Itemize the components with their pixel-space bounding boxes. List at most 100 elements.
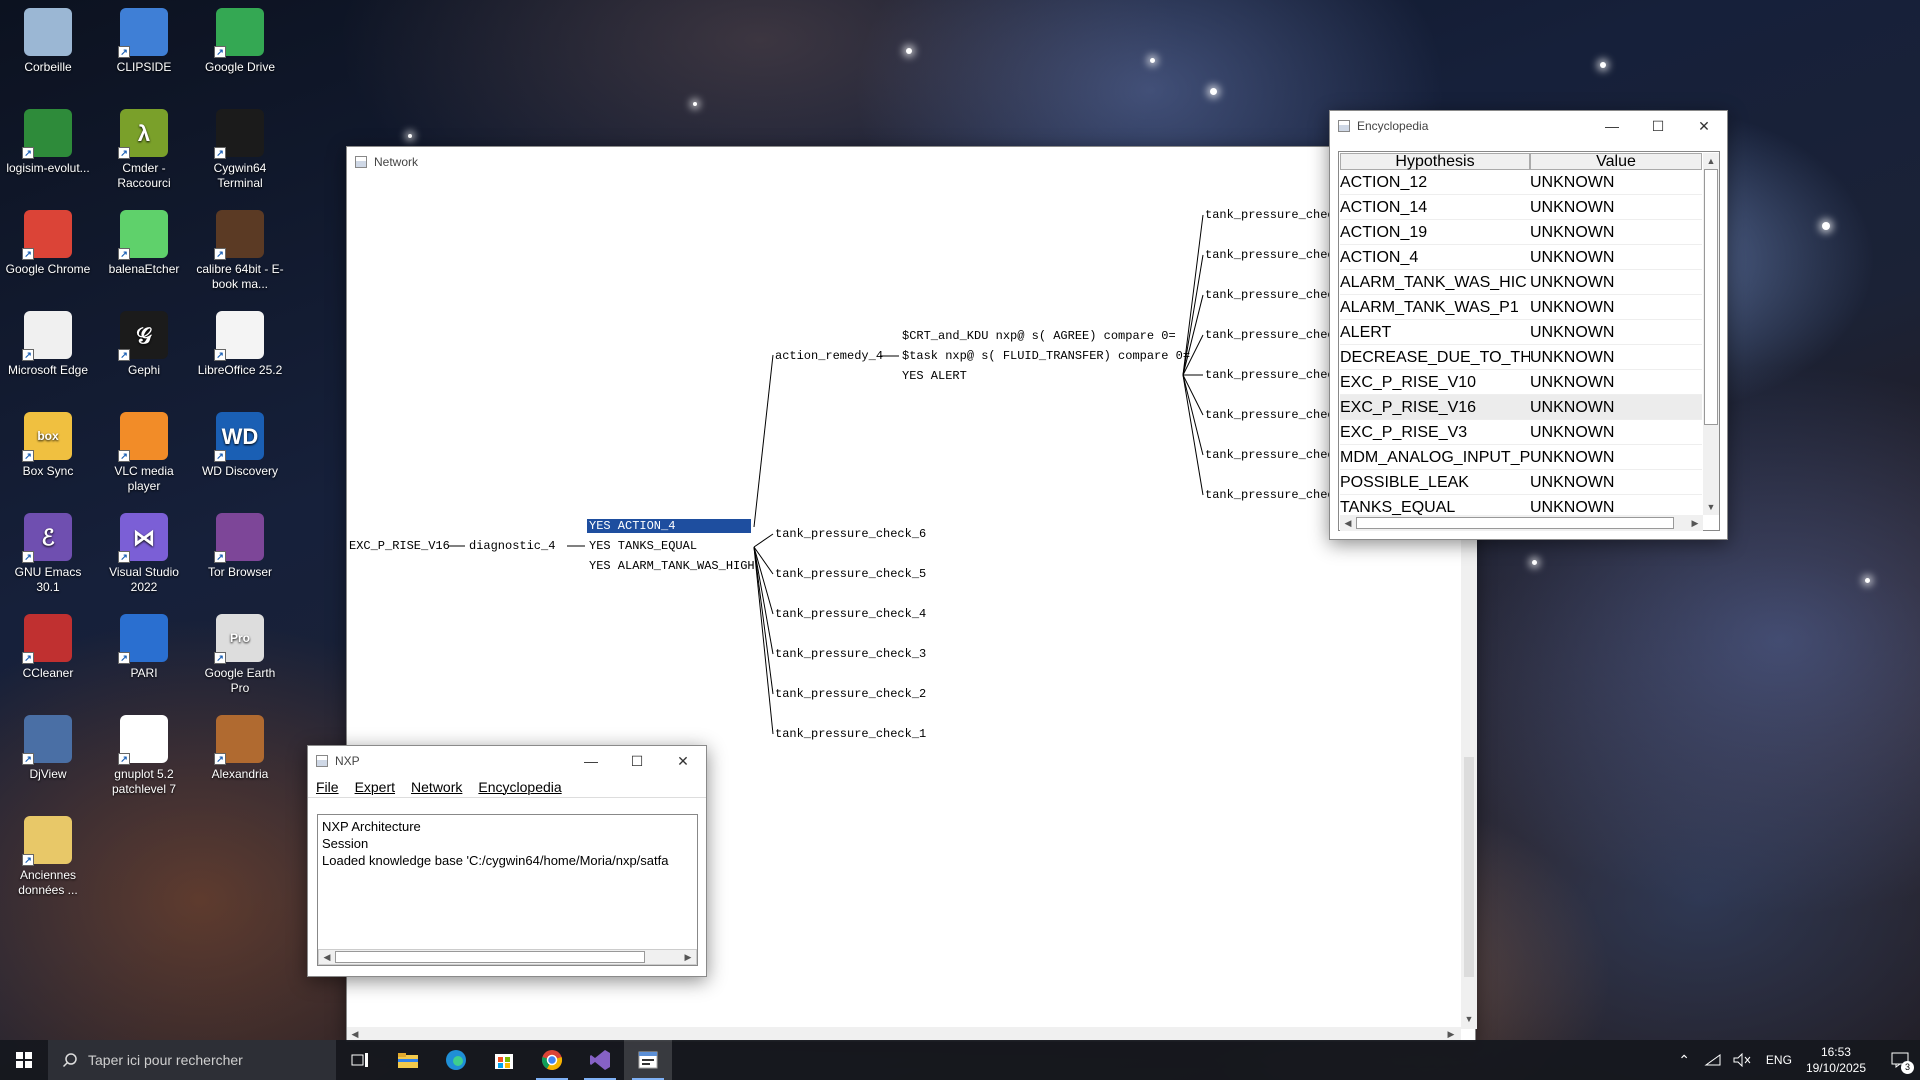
diagnostic-node[interactable]: diagnostic_4 — [469, 539, 555, 553]
tank-pressure-leaf[interactable]: tank_pressure_chec — [1205, 448, 1335, 462]
desktop-shortcut[interactable]: Corbeille — [2, 8, 94, 75]
column-header-value[interactable]: Value — [1530, 153, 1702, 170]
desktop-shortcut[interactable]: ↗ Cygwin64 Terminal — [194, 109, 286, 191]
volume-muted-icon[interactable] — [1732, 1053, 1752, 1067]
menu-encyclopedia[interactable]: Encyclopedia — [478, 779, 561, 795]
start-button[interactable] — [0, 1040, 48, 1080]
taskbar-file-explorer[interactable] — [384, 1040, 432, 1080]
desktop-shortcut[interactable]: ℰ ↗ GNU Emacs 30.1 — [2, 513, 94, 595]
network-horizontal-scrollbar[interactable]: ◀ ▶ — [347, 1027, 1461, 1041]
desktop-shortcut[interactable]: ↗ gnuplot 5.2 patchlevel 7 — [98, 715, 190, 797]
desktop-shortcut[interactable]: ↗ Microsoft Edge — [2, 311, 94, 378]
desktop-shortcut[interactable]: box ↗ Box Sync — [2, 412, 94, 479]
encyclopedia-horizontal-scrollbar[interactable]: ◀ ▶ — [1340, 515, 1703, 531]
maximize-button[interactable]: ☐ — [614, 746, 660, 776]
table-row[interactable]: MDM_ANALOG_INPUT_P UNKNOWN — [1340, 445, 1702, 470]
network-status-icon[interactable] — [1704, 1053, 1722, 1067]
action-node[interactable]: action_remedy_4 — [775, 349, 883, 363]
menu-file[interactable]: File — [316, 779, 339, 795]
notification-center-button[interactable]: 3 — [1880, 1040, 1920, 1080]
desktop-shortcut[interactable]: ↗ Anciennes données ... — [2, 816, 94, 898]
table-row[interactable]: ALERT UNKNOWN — [1340, 320, 1702, 345]
tank-pressure-check-node[interactable]: tank_pressure_check_1 — [775, 727, 926, 741]
chevron-up-icon[interactable]: ⌃ — [1678, 1052, 1690, 1069]
table-row[interactable]: ACTION_14 UNKNOWN — [1340, 195, 1702, 220]
taskbar-nxp[interactable] — [624, 1040, 672, 1080]
scroll-up-arrow[interactable]: ▲ — [1703, 153, 1719, 169]
table-row[interactable]: ALARM_TANK_WAS_P1 UNKNOWN — [1340, 295, 1702, 320]
scrollbar-thumb[interactable] — [1464, 757, 1474, 977]
desktop-shortcut[interactable]: λ ↗ Cmder - Raccourci — [98, 109, 190, 191]
tank-pressure-leaf[interactable]: tank_pressure_chec — [1205, 368, 1335, 382]
tank-pressure-check-node[interactable]: tank_pressure_check_4 — [775, 607, 926, 621]
condition-selected[interactable]: YES ACTION_4 — [587, 519, 751, 533]
encyclopedia-vertical-scrollbar[interactable]: ▲ ▼ — [1703, 153, 1719, 515]
root-node[interactable]: EXC_P_RISE_V16 — [349, 539, 450, 553]
scroll-down-arrow[interactable]: ▼ — [1703, 499, 1719, 515]
table-row[interactable]: DECREASE_DUE_TO_TH UNKNOWN — [1340, 345, 1702, 370]
condition-node[interactable]: YES TANKS_EQUAL — [589, 539, 697, 553]
tank-pressure-leaf[interactable]: tank_pressure_chec — [1205, 328, 1335, 342]
desktop-shortcut[interactable]: ↗ LibreOffice 25.2 — [194, 311, 286, 378]
table-row[interactable]: EXC_P_RISE_V10 UNKNOWN — [1340, 370, 1702, 395]
tank-pressure-check-node[interactable]: tank_pressure_check_5 — [775, 567, 926, 581]
scroll-left-arrow[interactable]: ◀ — [319, 949, 335, 965]
tank-pressure-check-node[interactable]: tank_pressure_check_3 — [775, 647, 926, 661]
desktop-shortcut[interactable]: ↗ Alexandria — [194, 715, 286, 782]
network-titlebar[interactable]: Network — [347, 147, 1475, 177]
table-row[interactable]: EXC_P_RISE_V3 UNKNOWN — [1340, 420, 1702, 445]
scroll-right-arrow[interactable]: ▶ — [680, 949, 696, 965]
tank-pressure-check-node[interactable]: tank_pressure_check_2 — [775, 687, 926, 701]
table-row[interactable]: POSSIBLE_LEAK UNKNOWN — [1340, 470, 1702, 495]
minimize-button[interactable]: — — [568, 746, 614, 776]
desktop-shortcut[interactable]: ↗ Google Drive — [194, 8, 286, 75]
tank-pressure-leaf[interactable]: tank_pressure_chec — [1205, 288, 1335, 302]
scroll-right-arrow[interactable]: ▶ — [1687, 515, 1703, 531]
table-row[interactable]: ACTION_19 UNKNOWN — [1340, 220, 1702, 245]
maximize-button[interactable]: ☐ — [1635, 111, 1681, 141]
condition-node[interactable]: YES ALARM_TANK_WAS_HIGH — [589, 559, 755, 573]
desktop-shortcut[interactable]: ↗ VLC media player — [98, 412, 190, 494]
taskbar-edge[interactable] — [432, 1040, 480, 1080]
taskbar-visual-studio[interactable] — [576, 1040, 624, 1080]
table-row[interactable]: EXC_P_RISE_V16 UNKNOWN — [1340, 395, 1702, 420]
desktop-shortcut[interactable]: ↗ PARI — [98, 614, 190, 681]
tank-pressure-check-node[interactable]: tank_pressure_check_6 — [775, 527, 926, 541]
taskbar-store[interactable] — [480, 1040, 528, 1080]
desktop-shortcut[interactable]: ↗ CCleaner — [2, 614, 94, 681]
desktop-shortcut[interactable]: ⋈ ↗ Visual Studio 2022 — [98, 513, 190, 595]
tank-pressure-leaf[interactable]: tank_pressure_chec — [1205, 488, 1335, 502]
desktop-shortcut[interactable]: ↗ CLIPSIDE — [98, 8, 190, 75]
menu-network[interactable]: Network — [411, 779, 462, 795]
column-header-hypothesis[interactable]: Hypothesis — [1340, 153, 1530, 170]
nxp-titlebar[interactable]: NXP — ☐ ✕ — [308, 746, 706, 776]
task-view-button[interactable] — [336, 1040, 384, 1080]
taskbar-search[interactable]: Taper ici pour rechercher — [48, 1040, 336, 1080]
close-button[interactable]: ✕ — [1681, 111, 1727, 141]
tank-pressure-leaf[interactable]: tank_pressure_chec — [1205, 408, 1335, 422]
desktop-shortcut[interactable]: ↗ logisim-evolut... — [2, 109, 94, 176]
clock[interactable]: 16:53 19/10/2025 — [1806, 1044, 1866, 1076]
desktop-shortcut[interactable]: WD ↗ WD Discovery — [194, 412, 286, 479]
desktop-shortcut[interactable]: ↗ balenaEtcher — [98, 210, 190, 277]
nxp-log-area[interactable]: NXP Architecture Session Loaded knowledg… — [317, 814, 698, 966]
desktop-shortcut[interactable]: Pro ↗ Google Earth Pro — [194, 614, 286, 696]
minimize-button[interactable]: — — [1589, 111, 1635, 141]
scrollbar-thumb[interactable] — [1356, 517, 1674, 529]
desktop-shortcut[interactable]: ↗ Google Chrome — [2, 210, 94, 277]
desktop-shortcut[interactable]: ↗ calibre 64bit - E-book ma... — [194, 210, 286, 292]
taskbar-chrome[interactable] — [528, 1040, 576, 1080]
desktop-shortcut[interactable]: ↗ Tor Browser — [194, 513, 286, 580]
menu-expert[interactable]: Expert — [355, 779, 395, 795]
language-indicator[interactable]: ENG — [1766, 1053, 1792, 1067]
table-row[interactable]: TANKS_EQUAL UNKNOWN — [1340, 495, 1702, 517]
desktop-shortcut[interactable]: 𝒢 ↗ Gephi — [98, 311, 190, 378]
scrollbar-thumb[interactable] — [335, 951, 645, 963]
scroll-down-arrow[interactable]: ▼ — [1461, 1011, 1477, 1027]
tank-pressure-leaf[interactable]: tank_pressure_chec — [1205, 208, 1335, 222]
scrollbar-thumb[interactable] — [1704, 169, 1718, 425]
nxp-horizontal-scrollbar[interactable]: ◀ ▶ — [318, 949, 697, 965]
close-button[interactable]: ✕ — [660, 746, 706, 776]
table-row[interactable]: ACTION_12 UNKNOWN — [1340, 170, 1702, 195]
scroll-left-arrow[interactable]: ◀ — [1340, 515, 1356, 531]
